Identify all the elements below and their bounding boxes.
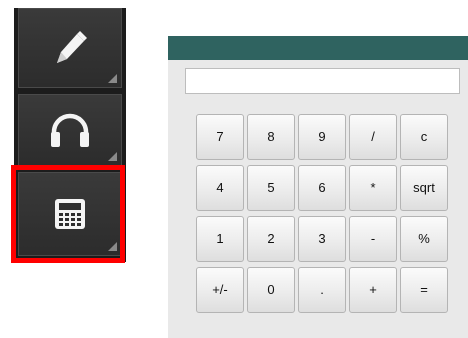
- calculator-keypad: 7 8 9/c 4 5 6 * sqrt 1 2 3-% +/- 0. + =: [196, 114, 456, 314]
- calculator-window: 7 8 9/c 4 5 6 * sqrt 1 2 3-% +/- 0. + =: [168, 36, 468, 338]
- pencil-icon: [57, 31, 87, 63]
- screen: 7 8 9/c 4 5 6 * sqrt 1 2 3-% +/- 0. + =: [0, 0, 468, 338]
- submenu-corner-indicator: [108, 152, 117, 161]
- calculator-display[interactable]: [185, 68, 460, 94]
- headphones-tool-button[interactable]: [18, 94, 122, 166]
- key-multiply[interactable]: *: [349, 165, 397, 211]
- key-digit-6[interactable]: 6: [298, 165, 346, 211]
- calculator-titlebar[interactable]: [168, 36, 468, 60]
- key-percent[interactable]: %: [400, 216, 448, 262]
- key-add[interactable]: +: [349, 267, 397, 313]
- key-digit-7[interactable]: 7: [196, 114, 244, 160]
- key-digit-8[interactable]: 8: [247, 114, 295, 160]
- key-equals[interactable]: =: [400, 267, 448, 313]
- key-digit-1[interactable]: 1: [196, 216, 244, 262]
- calculator-icon: [55, 199, 85, 229]
- pencil-tool-button[interactable]: [18, 8, 122, 88]
- key-digit-3[interactable]: 3: [298, 216, 346, 262]
- calculator-tool-button[interactable]: [18, 172, 122, 256]
- key-decimal[interactable]: .: [298, 267, 346, 313]
- tool-palette: [14, 8, 126, 262]
- key-plus-minus[interactable]: +/-: [196, 267, 244, 313]
- key-digit-5[interactable]: 5: [247, 165, 295, 211]
- key-digit-2[interactable]: 2: [247, 216, 295, 262]
- key-digit-4[interactable]: 4: [196, 165, 244, 211]
- submenu-corner-indicator: [108, 74, 117, 83]
- submenu-corner-indicator: [108, 242, 117, 251]
- headphones-icon: [51, 113, 89, 147]
- key-divide[interactable]: /: [349, 114, 397, 160]
- key-clear[interactable]: c: [400, 114, 448, 160]
- key-digit-0[interactable]: 0: [247, 267, 295, 313]
- key-square-root[interactable]: sqrt: [400, 165, 448, 211]
- key-subtract[interactable]: -: [349, 216, 397, 262]
- key-digit-9[interactable]: 9: [298, 114, 346, 160]
